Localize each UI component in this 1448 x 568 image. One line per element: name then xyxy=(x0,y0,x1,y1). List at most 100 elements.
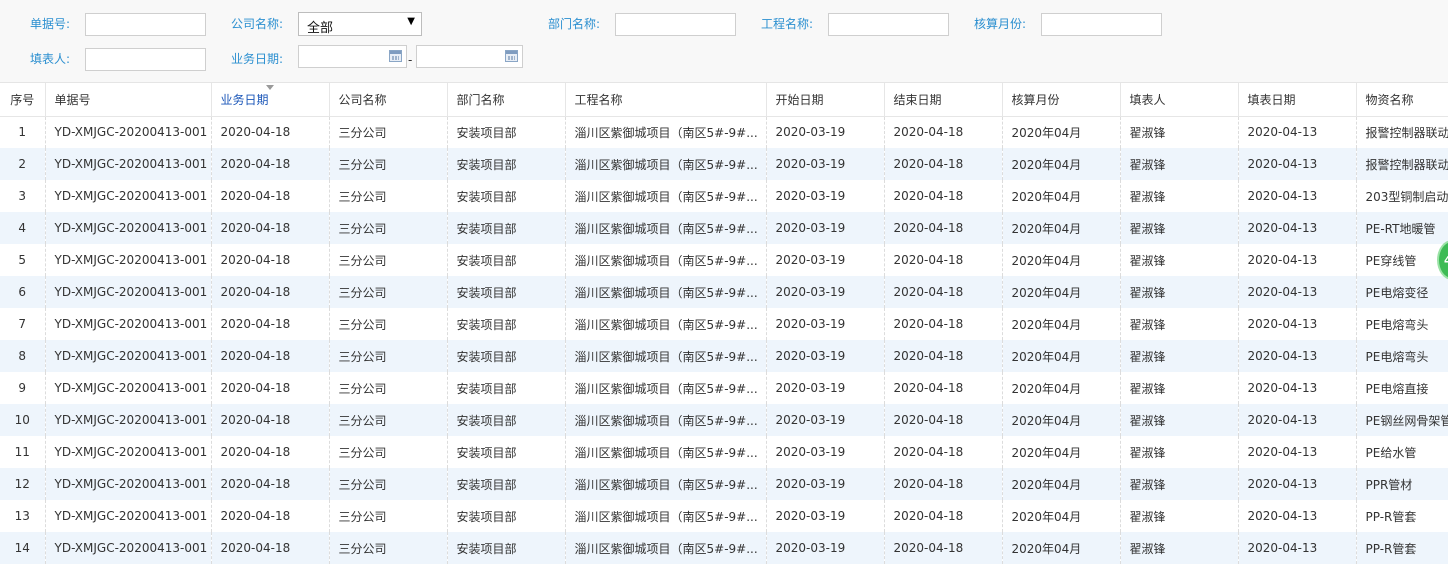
column-header-project[interactable]: 工程名称 xyxy=(565,83,767,117)
cell-doc-no: YD-XMJGC-20200413-001 xyxy=(45,340,212,372)
cell-company: 三分公司 xyxy=(329,404,448,436)
cell-period: 2020年04月 xyxy=(1002,340,1121,372)
calendar-icon[interactable] xyxy=(505,50,518,62)
cell-material: PE钢丝网骨架管 xyxy=(1356,404,1448,436)
cell-project: 淄川区紫御城项目（南区5#-9#... xyxy=(565,468,767,500)
column-header-material[interactable]: 物资名称 xyxy=(1356,83,1448,117)
project-label: 工程名称: xyxy=(761,17,814,31)
cell-period: 2020年04月 xyxy=(1002,244,1121,276)
company-label: 公司名称: xyxy=(231,17,284,31)
cell-filler: 翟淑锋 xyxy=(1120,308,1239,340)
column-header-biz-date[interactable]: 业务日期 xyxy=(211,83,330,117)
calendar-icon[interactable] xyxy=(389,50,402,62)
biz-date-label: 业务日期: xyxy=(231,52,284,66)
cell-start-date: 2020-03-19 xyxy=(766,276,885,308)
project-input[interactable] xyxy=(828,13,949,36)
cell-doc-no: YD-XMJGC-20200413-001 xyxy=(45,468,212,500)
table-row[interactable]: 10 YD-XMJGC-20200413-001 2020-04-18 三分公司 安装项… xyxy=(0,404,1448,436)
records-table: 序号 单据号 业务日期 公司名称 部门名称 工程名称 开始日期 结束日期 核算月份 填表人 填表日期… xyxy=(0,83,1448,564)
cell-project: 淄川区紫御城项目（南区5#-9#... xyxy=(565,500,767,532)
cell-biz-date: 2020-04-18 xyxy=(211,276,330,308)
column-header-label: 填表人 xyxy=(1129,92,1166,107)
table-row[interactable]: 8 YD-XMJGC-20200413-001 2020-04-18 三分公司 安装项目… xyxy=(0,340,1448,372)
cell-seq: 13 xyxy=(0,500,46,532)
cell-company: 三分公司 xyxy=(329,308,448,340)
table-row[interactable]: 3 YD-XMJGC-20200413-001 2020-04-18 三分公司 安装项目… xyxy=(0,180,1448,212)
cell-start-date: 2020-03-19 xyxy=(766,148,885,180)
cell-material: 报警控制器联动 xyxy=(1356,148,1448,180)
cell-dept: 安装项目部 xyxy=(447,532,566,564)
biz-date-to-input[interactable] xyxy=(416,45,523,68)
column-header-fill-date[interactable]: 填表日期 xyxy=(1238,83,1357,117)
cell-dept: 安装项目部 xyxy=(447,372,566,404)
table-body: 1 YD-XMJGC-20200413-001 2020-04-18 三分公司 安装项目… xyxy=(0,116,1448,564)
cell-dept: 安装项目部 xyxy=(447,404,566,436)
sort-indicator-icon xyxy=(265,85,274,90)
cell-material: PP-R管套 xyxy=(1356,532,1448,564)
column-header-dept[interactable]: 部门名称 xyxy=(447,83,566,117)
cell-start-date: 2020-03-19 xyxy=(766,532,885,564)
cell-seq: 9 xyxy=(0,372,46,404)
cell-end-date: 2020-04-18 xyxy=(884,244,1003,276)
cell-fill-date: 2020-04-13 xyxy=(1238,116,1357,148)
cell-company: 三分公司 xyxy=(329,244,448,276)
column-header-filler[interactable]: 填表人 xyxy=(1120,83,1239,117)
table-row[interactable]: 1 YD-XMJGC-20200413-001 2020-04-18 三分公司 安装项目… xyxy=(0,116,1448,148)
cell-start-date: 2020-03-19 xyxy=(766,308,885,340)
cell-filler: 翟淑锋 xyxy=(1120,404,1239,436)
cell-material: 203型铜制启动... xyxy=(1356,180,1448,212)
dept-input[interactable] xyxy=(615,13,736,36)
table-row[interactable]: 4 YD-XMJGC-20200413-001 2020-04-18 三分公司 安装项目… xyxy=(0,212,1448,244)
column-header-doc-no[interactable]: 单据号 xyxy=(45,83,212,117)
column-header-label: 核算月份 xyxy=(1011,92,1060,107)
cell-fill-date: 2020-04-13 xyxy=(1238,180,1357,212)
company-select-value: 全部 xyxy=(307,21,334,36)
cell-fill-date: 2020-04-13 xyxy=(1238,436,1357,468)
table-row[interactable]: 5 YD-XMJGC-20200413-001 2020-04-18 三分公司 安装项目… xyxy=(0,244,1448,276)
table-row[interactable]: 2 YD-XMJGC-20200413-001 2020-04-18 三分公司 安装项目… xyxy=(0,148,1448,180)
dept-label: 部门名称: xyxy=(548,17,601,31)
cell-material: PE电熔直接 xyxy=(1356,372,1448,404)
cell-company: 三分公司 xyxy=(329,212,448,244)
cell-start-date: 2020-03-19 xyxy=(766,436,885,468)
cell-fill-date: 2020-04-13 xyxy=(1238,532,1357,564)
cell-end-date: 2020-04-18 xyxy=(884,180,1003,212)
filler-label: 填表人: xyxy=(30,52,71,66)
cell-company: 三分公司 xyxy=(329,500,448,532)
column-header-start-date[interactable]: 开始日期 xyxy=(766,83,885,117)
column-header-company[interactable]: 公司名称 xyxy=(329,83,448,117)
cell-seq: 7 xyxy=(0,308,46,340)
cell-biz-date: 2020-04-18 xyxy=(211,436,330,468)
table-row[interactable]: 12 YD-XMJGC-20200413-001 2020-04-18 三分公司 安装项… xyxy=(0,468,1448,500)
cell-end-date: 2020-04-18 xyxy=(884,532,1003,564)
column-header-end-date[interactable]: 结束日期 xyxy=(884,83,1003,117)
cell-doc-no: YD-XMJGC-20200413-001 xyxy=(45,180,212,212)
cell-end-date: 2020-04-18 xyxy=(884,212,1003,244)
cell-fill-date: 2020-04-13 xyxy=(1238,148,1357,180)
cell-dept: 安装项目部 xyxy=(447,468,566,500)
cell-filler: 翟淑锋 xyxy=(1120,180,1239,212)
cell-company: 三分公司 xyxy=(329,276,448,308)
cell-project: 淄川区紫御城项目（南区5#-9#... xyxy=(565,532,767,564)
doc-no-input[interactable] xyxy=(85,13,206,36)
date-range-separator: - xyxy=(408,53,413,67)
table-row[interactable]: 13 YD-XMJGC-20200413-001 2020-04-18 三分公司 安装项… xyxy=(0,500,1448,532)
cell-project: 淄川区紫御城项目（南区5#-9#... xyxy=(565,212,767,244)
cell-period: 2020年04月 xyxy=(1002,180,1121,212)
column-header-label: 公司名称 xyxy=(338,92,387,107)
period-input[interactable] xyxy=(1041,13,1162,36)
cell-filler: 翟淑锋 xyxy=(1120,148,1239,180)
column-header-period[interactable]: 核算月份 xyxy=(1002,83,1121,117)
biz-date-from-input[interactable] xyxy=(298,45,407,68)
company-select[interactable]: 全部 ▼ xyxy=(298,12,422,36)
table-row[interactable]: 6 YD-XMJGC-20200413-001 2020-04-18 三分公司 安装项目… xyxy=(0,276,1448,308)
cell-filler: 翟淑锋 xyxy=(1120,500,1239,532)
filler-input[interactable] xyxy=(85,48,206,71)
table-row[interactable]: 9 YD-XMJGC-20200413-001 2020-04-18 三分公司 安装项目… xyxy=(0,372,1448,404)
table-row[interactable]: 7 YD-XMJGC-20200413-001 2020-04-18 三分公司 安装项目… xyxy=(0,308,1448,340)
table-row[interactable]: 14 YD-XMJGC-20200413-001 2020-04-18 三分公司 安装项… xyxy=(0,532,1448,564)
cell-doc-no: YD-XMJGC-20200413-001 xyxy=(45,244,212,276)
column-header-seq[interactable]: 序号 xyxy=(0,83,46,117)
table-row[interactable]: 11 YD-XMJGC-20200413-001 2020-04-18 三分公司 安装项… xyxy=(0,436,1448,468)
cell-dept: 安装项目部 xyxy=(447,212,566,244)
